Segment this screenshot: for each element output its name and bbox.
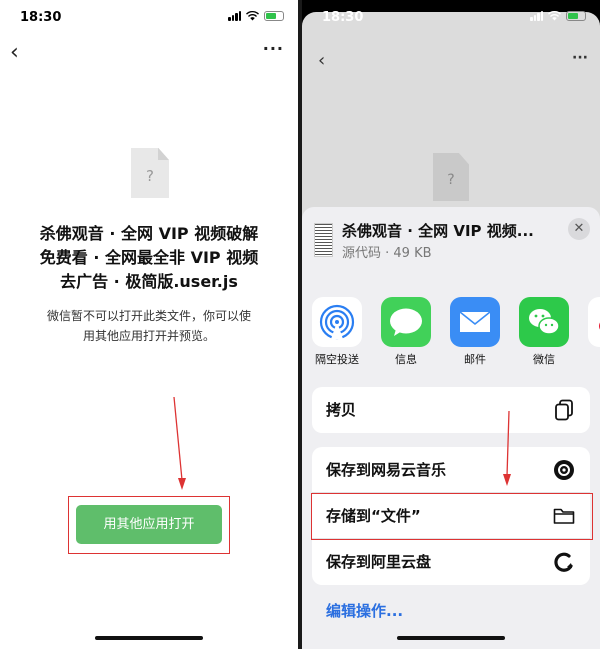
annotation-arrow (503, 410, 511, 486)
highlight-box (311, 493, 593, 540)
wechat-file-preview-screen: 18:30 ‹ ··· ? 杀佛观音 · 全网 VIP 视频破解 免费看 · 全… (0, 0, 298, 649)
home-indicator (95, 636, 203, 640)
open-with-other-app-button[interactable]: 用其他应用打开 (76, 505, 222, 544)
home-indicator (397, 636, 505, 640)
ios-share-sheet-screen: 18:30 ‹ ··· ? 杀佛观音 · 全网 VIP 视频... 源代码 · … (302, 0, 600, 649)
